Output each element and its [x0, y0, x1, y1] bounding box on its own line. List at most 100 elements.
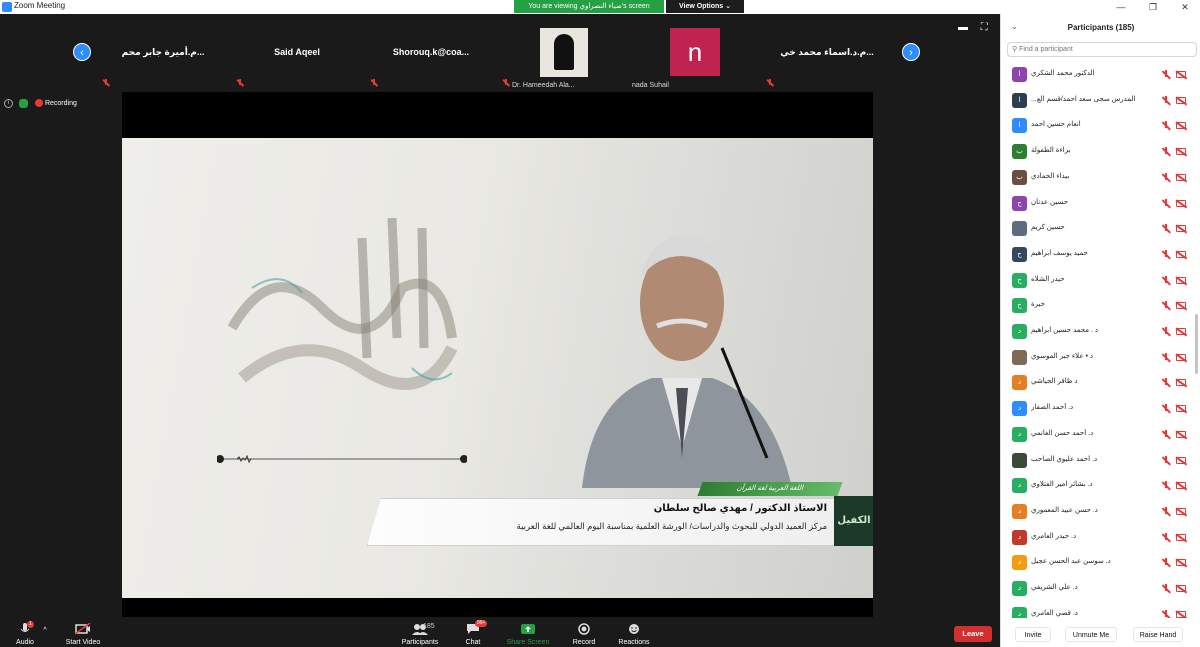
participant-row[interactable]: د. احمد عليوي الصاحب: [1001, 448, 1196, 474]
video-off-icon[interactable]: [1176, 456, 1186, 464]
video-off-icon[interactable]: [1176, 533, 1186, 541]
video-off-icon[interactable]: [1176, 430, 1186, 438]
muted-mic-icon[interactable]: [1162, 249, 1171, 259]
participant-row[interactable]: د د. علي الشريفي: [1001, 576, 1196, 602]
video-off-icon[interactable]: [1176, 250, 1186, 258]
participants-button[interactable]: 185 Participants: [395, 621, 445, 647]
muted-mic-icon[interactable]: [1162, 327, 1171, 336]
video-off-icon[interactable]: [1176, 610, 1186, 618]
muted-mic-icon[interactable]: [1162, 429, 1171, 439]
muted-mic-icon[interactable]: [1162, 352, 1171, 362]
start-video-button[interactable]: Start Video: [58, 621, 108, 647]
participant-row[interactable]: د د. حسن عبيد المعموري: [1001, 499, 1196, 525]
video-off-icon[interactable]: [1176, 122, 1186, 130]
muted-mic-icon[interactable]: [1162, 95, 1171, 105]
participant-search-input[interactable]: ⚲ Find a participant: [1007, 42, 1197, 57]
muted-mic-icon[interactable]: [1162, 70, 1171, 79]
fullscreen-icon[interactable]: ⛶: [981, 22, 988, 33]
reactions-button[interactable]: Reactions: [614, 621, 654, 647]
thumbnails-next-button[interactable]: ›: [902, 43, 920, 61]
participant-row[interactable]: ح حسين عدنان: [1001, 191, 1196, 217]
maximize-button[interactable]: ❐: [1138, 0, 1168, 14]
minimize-button[interactable]: —: [1106, 0, 1136, 14]
participant-row[interactable]: ح حيدر الشلاه: [1001, 268, 1196, 294]
participant-row[interactable]: ا الدكتور محمد الشكري: [1001, 62, 1196, 88]
invite-button[interactable]: Invite: [1015, 627, 1051, 642]
record-button[interactable]: Record: [566, 621, 602, 647]
security-shield-icon[interactable]: [19, 98, 28, 108]
video-off-icon[interactable]: [1176, 482, 1186, 490]
muted-mic-icon[interactable]: [1162, 481, 1171, 490]
muted-mic-icon[interactable]: [1162, 532, 1171, 542]
video-off-icon[interactable]: [1176, 353, 1186, 361]
video-off-icon: [74, 622, 91, 635]
muted-mic-icon[interactable]: [1162, 301, 1171, 310]
leave-button[interactable]: Leave: [954, 626, 992, 642]
audio-button[interactable]: 1 Audio: [8, 621, 42, 647]
muted-mic-icon[interactable]: [1162, 172, 1171, 182]
video-off-icon[interactable]: [1176, 302, 1186, 310]
video-off-icon[interactable]: [1176, 276, 1186, 284]
participant-row[interactable]: د د ظافر الجياشي: [1001, 370, 1196, 396]
muted-mic-icon[interactable]: [1162, 147, 1171, 156]
muted-mic-icon[interactable]: [1162, 558, 1171, 567]
muted-mic-icon[interactable]: [1162, 404, 1171, 413]
participant-row[interactable]: د • علاء جبر الموسوي: [1001, 345, 1196, 371]
view-options-button[interactable]: View Options ⌄: [666, 0, 744, 13]
video-thumbnail[interactable]: Said Aqeel: [232, 14, 362, 90]
muted-mic-icon[interactable]: [1162, 275, 1171, 285]
muted-mic-icon[interactable]: [1162, 121, 1171, 130]
muted-mic-icon[interactable]: [1162, 584, 1171, 593]
video-off-icon[interactable]: [1176, 585, 1186, 592]
participant-count: 185: [423, 623, 435, 630]
muted-mic-icon[interactable]: [1162, 378, 1171, 387]
participant-row[interactable]: د د. حيدر العامري: [1001, 525, 1196, 551]
participant-row[interactable]: ب براءة الطفولة: [1001, 139, 1196, 165]
video-thumbnail[interactable]: م.أميرة جابر محم...: [98, 14, 228, 90]
participant-list-scrollbar[interactable]: [1195, 314, 1198, 374]
video-off-icon[interactable]: [1176, 379, 1186, 387]
participant-avatar: ح: [1012, 272, 1027, 288]
participant-row[interactable]: د د. أحمد الصفار: [1001, 396, 1196, 422]
close-button[interactable]: ✕: [1170, 0, 1200, 14]
participant-row[interactable]: ا المدرس سجى سعد احمد/قسم الع...: [1001, 88, 1196, 114]
video-thumbnail[interactable]: م.د.اسماء محمد خي...: [762, 14, 892, 90]
video-off-icon[interactable]: [1176, 199, 1186, 207]
participant-row[interactable]: ب بيداء الحمادي: [1001, 165, 1196, 191]
video-off-icon[interactable]: [1176, 96, 1186, 104]
muted-mic-icon[interactable]: [1162, 224, 1171, 233]
participant-row[interactable]: د د. بشائر امير الفتلاوي: [1001, 473, 1196, 499]
participant-row[interactable]: خ خيرة: [1001, 293, 1196, 319]
video-off-icon[interactable]: [1176, 173, 1186, 181]
participant-row[interactable]: د د. سوسن عبد الحسن عجيل: [1001, 550, 1196, 576]
video-off-icon[interactable]: [1176, 507, 1186, 515]
video-off-icon[interactable]: [1176, 328, 1186, 335]
participant-row[interactable]: د د. أحمد حسن الغانمي: [1001, 422, 1196, 448]
participant-row[interactable]: ح حميد يوسف ابراهيم: [1001, 242, 1196, 268]
video-off-icon[interactable]: [1176, 148, 1186, 156]
muted-mic-icon[interactable]: [1162, 506, 1171, 516]
reactions-icon: [626, 623, 642, 635]
chat-button[interactable]: 99+ Chat: [455, 620, 491, 647]
muted-mic-icon: [102, 79, 110, 87]
participant-row[interactable]: د د. قصي العامري: [1001, 602, 1196, 618]
audio-options-caret[interactable]: ^: [40, 621, 50, 647]
participant-row[interactable]: حسين كريم: [1001, 216, 1196, 242]
video-off-icon[interactable]: [1176, 405, 1186, 413]
unmute-me-button[interactable]: Unmute Me: [1065, 627, 1117, 642]
video-thumbnail[interactable]: Shorouq.k@coa...: [366, 14, 496, 90]
layout-icon[interactable]: ▬: [958, 22, 968, 33]
participant-row[interactable]: ا انعام حسين احمد: [1001, 113, 1196, 139]
video-off-icon[interactable]: [1176, 71, 1186, 78]
info-icon[interactable]: i: [4, 98, 13, 108]
video-off-icon[interactable]: [1176, 225, 1186, 233]
thumbnails-prev-button[interactable]: ‹: [73, 43, 91, 61]
participant-row[interactable]: د د . محمد حسين ابراهيم: [1001, 319, 1196, 345]
video-off-icon[interactable]: [1176, 559, 1186, 567]
muted-mic-icon[interactable]: [1162, 609, 1171, 618]
participant-avatar: د: [1012, 401, 1027, 417]
muted-mic-icon[interactable]: [1162, 198, 1171, 208]
muted-mic-icon[interactable]: [1162, 455, 1171, 465]
share-screen-button[interactable]: Share Screen: [502, 621, 554, 647]
raise-hand-button[interactable]: Raise Hand: [1133, 627, 1183, 642]
